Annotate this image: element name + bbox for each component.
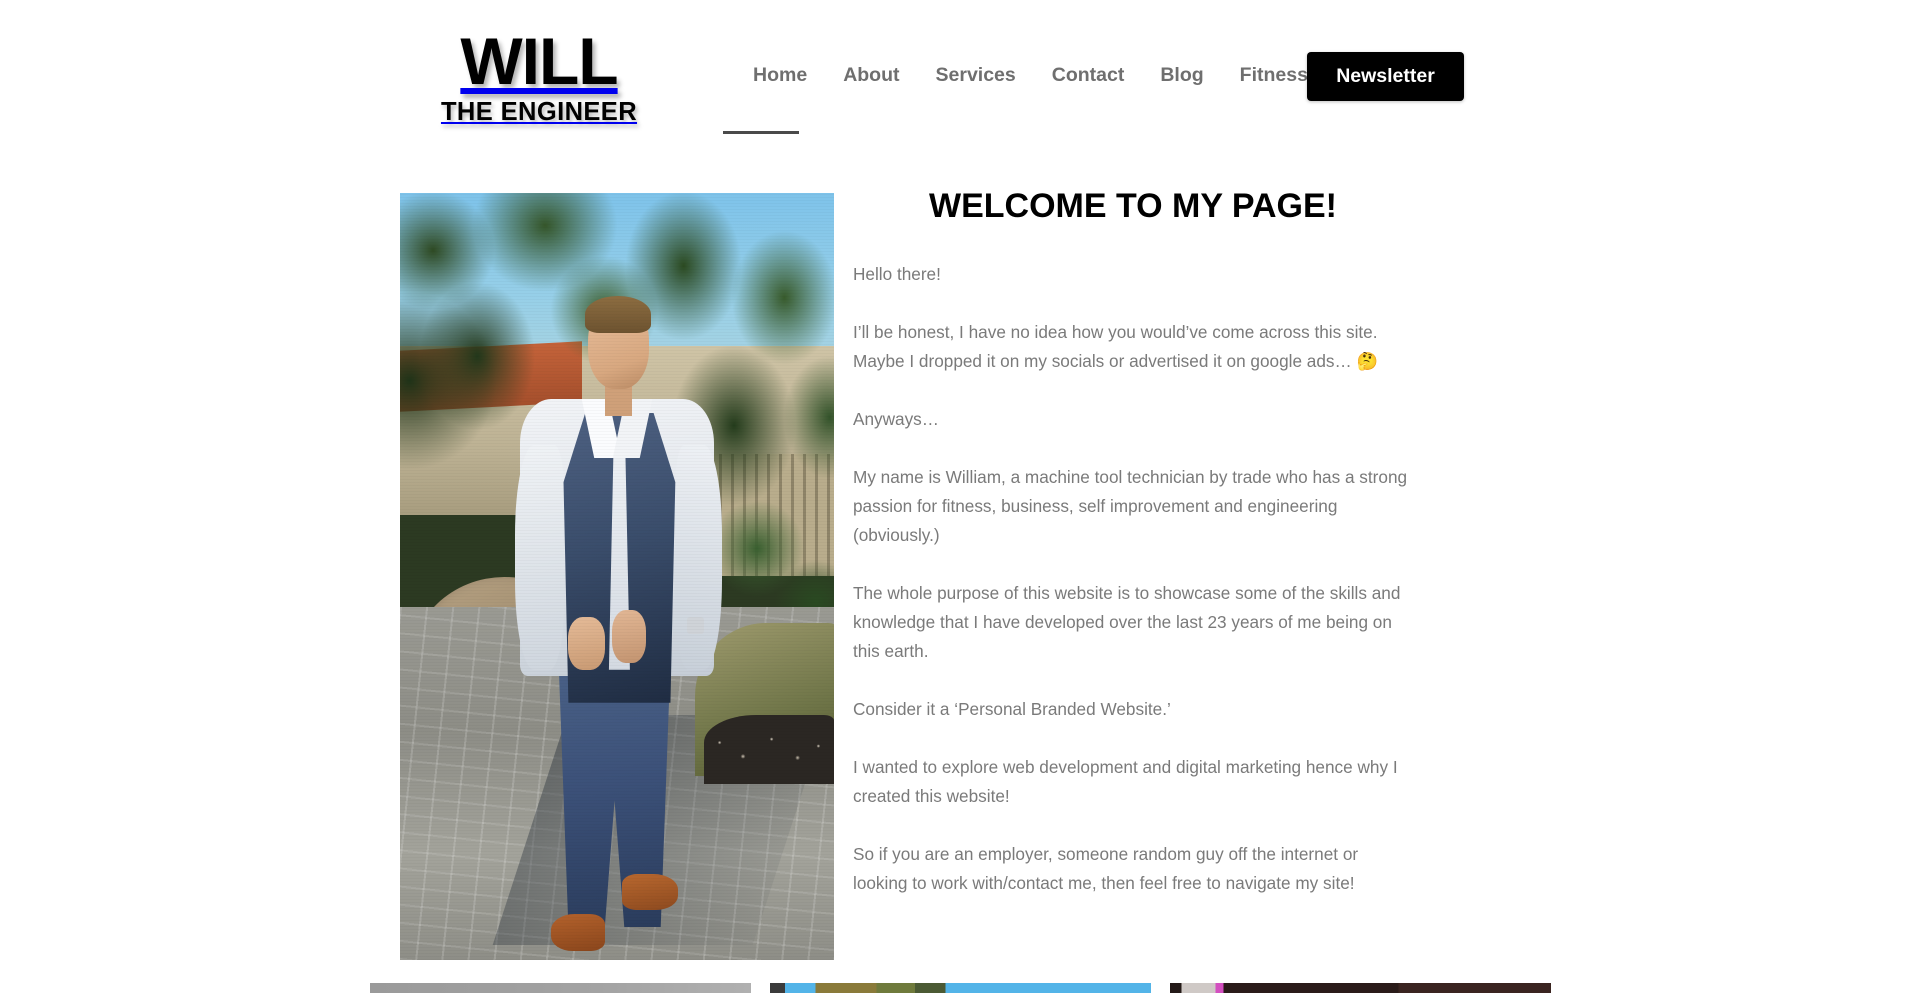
nav-item-contact[interactable]: Contact [1034, 62, 1143, 88]
intro-paragraph-4: My name is William, a machine tool techn… [853, 466, 1408, 545]
intro-text-column: WELCOME TO MY PAGE! Hello there! I’ll be… [853, 185, 1413, 927]
person-hair [585, 296, 651, 334]
feature-card-1[interactable] [369, 983, 751, 993]
nav-active-indicator [723, 131, 799, 134]
photo-person [495, 296, 738, 960]
profile-photo-image [400, 193, 834, 960]
nav-item-blog[interactable]: Blog [1142, 62, 1221, 88]
intro-paragraph-3: Anyways… [853, 408, 939, 429]
page-root: WILL THE ENGINEER Home About Services Co… [0, 0, 1920, 993]
person-hand-right [612, 610, 647, 664]
intro-paragraph-2: I’ll be honest, I have no idea how you w… [853, 321, 1378, 371]
feature-card-2[interactable] [769, 983, 1151, 993]
site-header: WILL THE ENGINEER Home About Services Co… [0, 0, 1920, 160]
nav-item-home[interactable]: Home [735, 62, 825, 88]
page-title: WELCOME TO MY PAGE! [928, 187, 1338, 225]
feature-card-3[interactable] [1169, 983, 1551, 993]
intro-paragraph-7: I wanted to explore web development and … [853, 756, 1398, 806]
intro-paragraph-1: Hello there! [853, 263, 941, 284]
logo-sub-text: THE ENGINEER [440, 97, 638, 126]
profile-photo [400, 193, 834, 960]
main-navigation: Home About Services Contact Blog Fitness [735, 62, 1326, 88]
logo-main-text: WILL [460, 24, 618, 99]
feature-card-strip [0, 983, 1920, 993]
person-watch [687, 616, 705, 635]
person-hand-left [568, 616, 605, 670]
intro-paragraph-8: So if you are an employer, someone rando… [853, 843, 1359, 893]
person-arm-left [514, 445, 564, 670]
site-logo[interactable]: WILL THE ENGINEER [424, 22, 654, 134]
nav-item-about[interactable]: About [825, 62, 917, 88]
person-shoe-left [551, 913, 605, 951]
newsletter-button[interactable]: Newsletter [1307, 52, 1464, 101]
intro-paragraph-5: The whole purpose of this website is to … [853, 582, 1401, 661]
intro-paragraph-6: Consider it a ‘Personal Branded Website.… [853, 698, 1171, 719]
person-shoe-right [621, 874, 678, 910]
nav-item-services[interactable]: Services [918, 62, 1034, 88]
person-arm-right [675, 445, 722, 670]
